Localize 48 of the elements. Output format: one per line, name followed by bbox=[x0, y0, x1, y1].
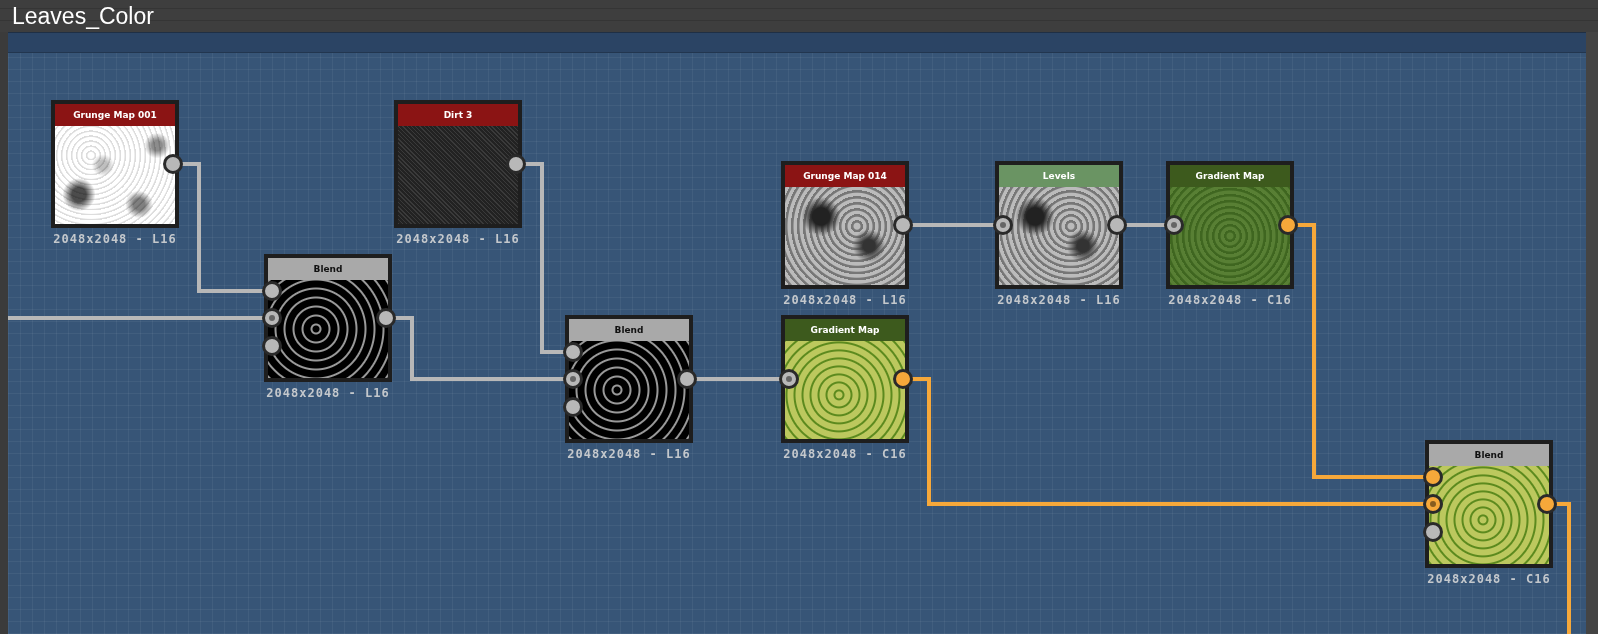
output-port[interactable] bbox=[506, 154, 526, 174]
output-port[interactable] bbox=[376, 308, 396, 328]
graph-node[interactable]: Gradient Map bbox=[1166, 161, 1294, 289]
resolution-label: 2048x2048 - L16 bbox=[566, 447, 692, 461]
graph-node[interactable]: Blend bbox=[264, 254, 392, 382]
output-port[interactable] bbox=[893, 369, 913, 389]
output-port[interactable] bbox=[163, 154, 183, 174]
node-title: Levels bbox=[999, 165, 1119, 187]
input-port[interactable] bbox=[993, 215, 1013, 235]
input-port[interactable] bbox=[262, 281, 282, 301]
node-title: Blend bbox=[1429, 444, 1549, 466]
input-port[interactable] bbox=[1164, 215, 1184, 235]
graph-node[interactable]: Dirt 3 bbox=[394, 100, 522, 228]
input-port[interactable] bbox=[563, 397, 583, 417]
input-port[interactable] bbox=[262, 308, 282, 328]
resolution-label: 2048x2048 - C16 bbox=[782, 447, 908, 461]
input-port[interactable] bbox=[1423, 522, 1443, 542]
resolution-label: 2048x2048 - L16 bbox=[782, 293, 908, 307]
graph-node[interactable]: Gradient Map bbox=[781, 315, 909, 443]
input-port[interactable] bbox=[563, 369, 583, 389]
input-port[interactable] bbox=[563, 342, 583, 362]
graph-node[interactable]: Blend bbox=[565, 315, 693, 443]
graph-node[interactable]: Grunge Map 014 bbox=[781, 161, 909, 289]
input-port[interactable] bbox=[1423, 467, 1443, 487]
resolution-label: 2048x2048 - L16 bbox=[395, 232, 521, 246]
input-port[interactable] bbox=[262, 336, 282, 356]
node-title: Blend bbox=[569, 319, 689, 341]
graph-node[interactable]: Blend bbox=[1425, 440, 1553, 568]
graph-node[interactable]: Grunge Map 001 bbox=[51, 100, 179, 228]
resolution-label: 2048x2048 - L16 bbox=[52, 232, 178, 246]
resolution-label: 2048x2048 - C16 bbox=[1426, 572, 1552, 586]
output-port[interactable] bbox=[1278, 215, 1298, 235]
input-port[interactable] bbox=[779, 369, 799, 389]
node-title: Grunge Map 001 bbox=[55, 104, 175, 126]
output-port[interactable] bbox=[1107, 215, 1127, 235]
node-title: Grunge Map 014 bbox=[785, 165, 905, 187]
node-title: Gradient Map bbox=[785, 319, 905, 341]
resolution-label: 2048x2048 - L16 bbox=[996, 293, 1122, 307]
input-port[interactable] bbox=[1423, 494, 1443, 514]
resolution-label: 2048x2048 - L16 bbox=[265, 386, 391, 400]
graph-title: Leaves_Color bbox=[12, 2, 154, 30]
node-title: Dirt 3 bbox=[398, 104, 518, 126]
node-title: Blend bbox=[268, 258, 388, 280]
node-title: Gradient Map bbox=[1170, 165, 1290, 187]
output-port[interactable] bbox=[677, 369, 697, 389]
output-port[interactable] bbox=[893, 215, 913, 235]
output-port[interactable] bbox=[1537, 494, 1557, 514]
resolution-label: 2048x2048 - C16 bbox=[1167, 293, 1293, 307]
